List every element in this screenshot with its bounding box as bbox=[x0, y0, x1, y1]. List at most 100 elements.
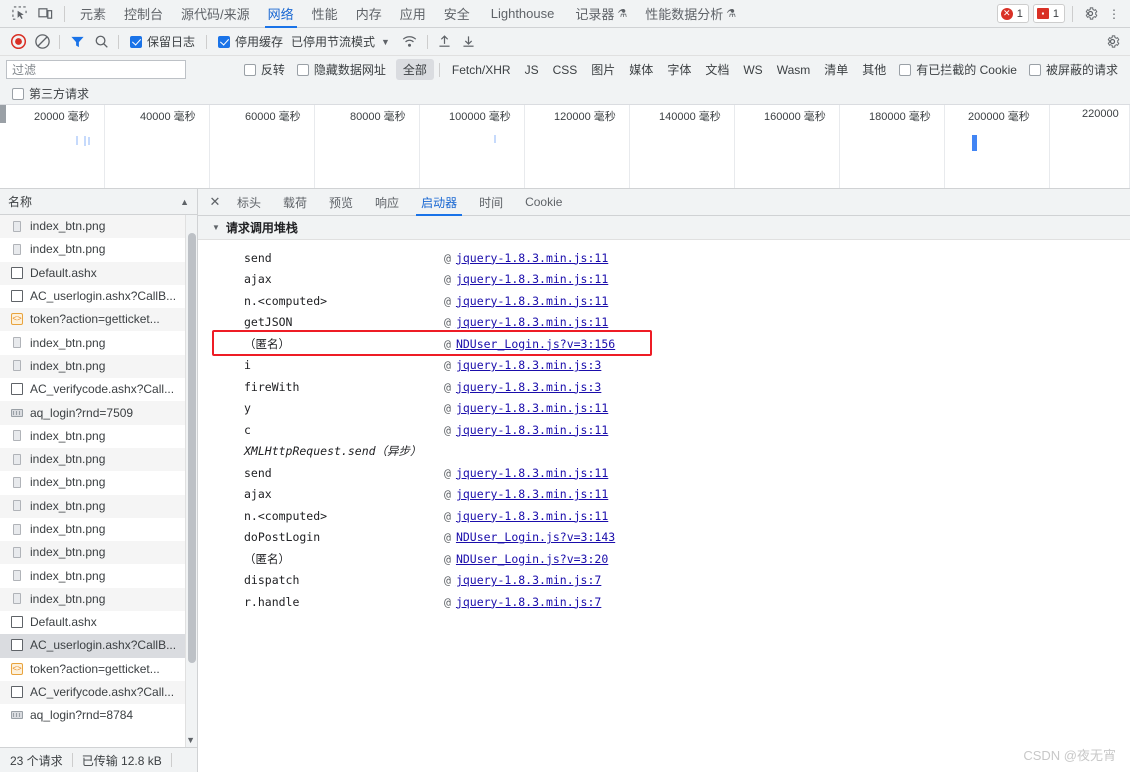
chevron-down-icon[interactable]: ▼ bbox=[375, 37, 398, 47]
request-row[interactable]: AC_verifycode.ashx?Call... bbox=[0, 680, 185, 705]
request-row[interactable]: index_btn.png bbox=[0, 564, 185, 587]
source-link[interactable]: NDUser_Login.js?v=3:20 bbox=[456, 552, 608, 566]
detail-tab-preview[interactable]: 预览 bbox=[318, 189, 364, 216]
tab-performance-insights[interactable]: 性能数据分析 ⚗ bbox=[636, 0, 745, 28]
request-list-header[interactable]: 名称 ▲ bbox=[0, 189, 197, 215]
filter-toggle-icon[interactable] bbox=[65, 30, 89, 54]
tab-security[interactable]: 安全 bbox=[435, 0, 479, 28]
source-link[interactable]: jquery-1.8.3.min.js:11 bbox=[456, 466, 608, 480]
import-har-icon[interactable] bbox=[433, 30, 457, 54]
source-link[interactable]: jquery-1.8.3.min.js:3 bbox=[456, 380, 601, 394]
tab-lighthouse[interactable]: Lighthouse bbox=[479, 0, 567, 28]
source-link[interactable]: jquery-1.8.3.min.js:7 bbox=[456, 573, 601, 587]
type-filter-media[interactable]: 媒体 bbox=[622, 59, 660, 80]
request-row[interactable]: AC_userlogin.ashx?CallB... bbox=[0, 634, 185, 658]
preserve-log-checkbox[interactable]: 保留日志 bbox=[124, 33, 201, 50]
request-list-scroll-area[interactable]: index_btn.png index_btn.png Default.ashx AC… bbox=[0, 215, 197, 747]
tab-memory[interactable]: 内存 bbox=[347, 0, 391, 28]
third-party-checkbox[interactable]: 第三方请求 bbox=[12, 85, 95, 102]
scroll-down-icon[interactable]: ▼ bbox=[186, 735, 195, 745]
request-row[interactable]: index_btn.png bbox=[0, 494, 185, 518]
tab-recorder[interactable]: 记录器 ⚗ bbox=[566, 0, 636, 28]
tab-console[interactable]: 控制台 bbox=[115, 0, 172, 28]
request-row[interactable]: Default.ashx bbox=[0, 261, 185, 285]
network-conditions-icon[interactable] bbox=[398, 30, 422, 54]
network-overview-timeline[interactable]: 20000 毫秒 40000 毫秒 60000 毫秒 80000 毫秒 1000… bbox=[0, 105, 1130, 189]
type-filter-wasm[interactable]: Wasm bbox=[770, 61, 818, 79]
tab-elements[interactable]: 元素 bbox=[71, 0, 115, 28]
request-row[interactable]: AC_verifycode.ashx?Call... bbox=[0, 378, 185, 401]
type-filter-ws[interactable]: WS bbox=[736, 61, 769, 79]
request-call-stack-header[interactable]: ▼ 请求调用堆栈 bbox=[198, 216, 1130, 240]
throttling-select[interactable]: 已停用节流模式 bbox=[289, 33, 375, 50]
detail-tab-headers[interactable]: 标头 bbox=[226, 189, 272, 216]
disable-cache-checkbox[interactable]: 停用缓存 bbox=[212, 33, 289, 50]
tab-performance[interactable]: 性能 bbox=[303, 0, 347, 28]
type-filter-other[interactable]: 其他 bbox=[855, 59, 893, 80]
source-link[interactable]: jquery-1.8.3.min.js:3 bbox=[456, 358, 601, 372]
request-row[interactable]: index_btn.png bbox=[0, 238, 185, 261]
request-row[interactable]: index_btn.png bbox=[0, 331, 185, 354]
type-filter-font[interactable]: 字体 bbox=[660, 59, 698, 80]
collapse-triangle-icon[interactable]: ▼ bbox=[212, 223, 220, 232]
type-filter-manifest[interactable]: 清单 bbox=[817, 59, 855, 80]
export-har-icon[interactable] bbox=[457, 30, 481, 54]
source-link[interactable]: jquery-1.8.3.min.js:11 bbox=[456, 272, 608, 286]
filter-input[interactable] bbox=[6, 60, 186, 79]
source-link[interactable]: jquery-1.8.3.min.js:11 bbox=[456, 423, 608, 437]
source-link[interactable]: jquery-1.8.3.min.js:11 bbox=[456, 315, 608, 329]
request-row[interactable]: aq_login?rnd=8784 bbox=[0, 704, 185, 727]
invert-checkbox[interactable]: 反转 bbox=[238, 61, 291, 78]
search-icon[interactable] bbox=[89, 30, 113, 54]
source-link[interactable]: jquery-1.8.3.min.js:11 bbox=[456, 401, 608, 415]
type-filter-js[interactable]: JS bbox=[518, 61, 546, 79]
scrollbar-thumb[interactable] bbox=[188, 233, 196, 663]
request-row[interactable]: index_btn.png bbox=[0, 518, 185, 541]
issue-count-badge[interactable]: ▪ 1 bbox=[1032, 4, 1065, 23]
device-toolbar-icon[interactable] bbox=[32, 1, 58, 27]
close-icon[interactable]: ✕ bbox=[204, 191, 226, 213]
request-list-scrollbar[interactable]: ▼ bbox=[185, 215, 197, 747]
error-count-badge[interactable]: ✕ 1 bbox=[996, 4, 1029, 23]
request-row[interactable]: index_btn.png bbox=[0, 471, 185, 494]
source-link[interactable]: jquery-1.8.3.min.js:11 bbox=[456, 509, 608, 523]
tab-sources[interactable]: 源代码/来源 bbox=[172, 0, 259, 28]
request-row[interactable]: index_btn.png bbox=[0, 354, 185, 379]
blocked-cookies-checkbox[interactable]: 有已拦截的 Cookie bbox=[893, 61, 1023, 78]
clear-button[interactable] bbox=[30, 30, 54, 54]
source-link[interactable]: jquery-1.8.3.min.js:11 bbox=[456, 487, 608, 501]
inspect-element-icon[interactable] bbox=[6, 1, 32, 27]
source-link[interactable]: jquery-1.8.3.min.js:11 bbox=[456, 251, 608, 265]
detail-tab-cookies[interactable]: Cookie bbox=[514, 189, 573, 216]
detail-tab-initiator[interactable]: 启动器 bbox=[410, 189, 468, 216]
request-row[interactable]: <> token?action=getticket... bbox=[0, 308, 185, 332]
network-settings-gear-icon[interactable] bbox=[1100, 30, 1124, 54]
request-row[interactable]: index_btn.png bbox=[0, 215, 185, 239]
settings-gear-icon[interactable] bbox=[1080, 4, 1100, 24]
tab-network[interactable]: 网络 bbox=[259, 0, 303, 28]
source-link[interactable]: NDUser_Login.js?v=3:156 bbox=[456, 337, 615, 351]
type-filter-css[interactable]: CSS bbox=[546, 61, 585, 79]
type-filter-doc[interactable]: 文档 bbox=[698, 59, 736, 80]
hide-data-urls-checkbox[interactable]: 隐藏数据网址 bbox=[291, 61, 392, 78]
detail-tab-timing[interactable]: 时间 bbox=[468, 189, 514, 216]
request-row[interactable]: <> token?action=getticket... bbox=[0, 658, 185, 681]
more-options-icon[interactable]: ⋮ bbox=[1104, 4, 1124, 24]
tab-application[interactable]: 应用 bbox=[391, 0, 435, 28]
blocked-requests-checkbox[interactable]: 被屏蔽的请求 bbox=[1023, 61, 1124, 78]
type-filter-fetch-xhr[interactable]: Fetch/XHR bbox=[445, 61, 518, 79]
request-row[interactable]: index_btn.png bbox=[0, 541, 185, 565]
request-row[interactable]: aq_login?rnd=7509 bbox=[0, 401, 185, 425]
record-button[interactable] bbox=[6, 30, 30, 54]
source-link[interactable]: jquery-1.8.3.min.js:7 bbox=[456, 595, 601, 609]
request-row[interactable]: Default.ashx bbox=[0, 611, 185, 634]
detail-tab-payload[interactable]: 载荷 bbox=[272, 189, 318, 216]
request-row[interactable]: index_btn.png bbox=[0, 447, 185, 472]
request-row[interactable]: index_btn.png bbox=[0, 587, 185, 612]
type-filter-all[interactable]: 全部 bbox=[395, 59, 434, 80]
source-link[interactable]: NDUser_Login.js?v=3:143 bbox=[456, 530, 615, 544]
request-row[interactable]: AC_userlogin.ashx?CallB... bbox=[0, 285, 185, 308]
source-link[interactable]: jquery-1.8.3.min.js:11 bbox=[456, 294, 608, 308]
type-filter-img[interactable]: 图片 bbox=[584, 59, 622, 80]
detail-tab-response[interactable]: 响应 bbox=[364, 189, 410, 216]
